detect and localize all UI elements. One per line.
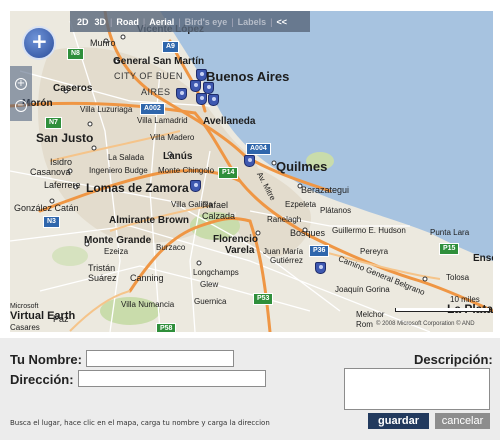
zoom-strip: + −	[10, 66, 32, 121]
zoom-out-icon[interactable]: −	[15, 100, 27, 112]
address-input[interactable]	[78, 370, 266, 387]
map-label-monte-chingolo: Monte Chingolo	[158, 166, 215, 175]
map-label-pereyra: Pereyra	[360, 247, 389, 256]
map-label-casanova: Casanova	[30, 167, 71, 177]
map-pin[interactable]	[190, 180, 201, 192]
map-label-punta-lara: Punta Lara	[430, 228, 470, 237]
route-shield-p15: P15	[439, 243, 460, 255]
map-label-lomas-de-zamora: Lomas de Zamora	[86, 181, 189, 195]
map-label-laferrere: Laferrere	[44, 180, 81, 190]
mode-3d-button[interactable]: 3D	[92, 17, 110, 27]
map-label-gutierrez: Gutiérrez	[270, 256, 303, 265]
map-label-villa-luzuriaga: Villa Luzuriaga	[80, 105, 133, 114]
map-label-san-justo: San Justo	[36, 131, 94, 145]
map-label-city-line2: AIRES	[141, 87, 171, 97]
map-copyright: © 2008 Microsoft Corporation © AND	[376, 321, 475, 327]
name-input[interactable]	[86, 350, 234, 367]
map-label-gonzalez-catan: González Catán	[14, 203, 79, 213]
route-shield-a9: A9	[162, 41, 179, 53]
map-toolbar: 2D 3D | Road | Aerial | Bird's eye | Lab…	[70, 11, 310, 32]
name-label: Tu Nombre:	[10, 352, 82, 367]
map-label-melchor: Melchor	[356, 310, 385, 319]
map-label-ezeiza: Ezeiza	[104, 247, 129, 256]
zoom-in-icon[interactable]: +	[15, 78, 27, 90]
map-pin[interactable]	[196, 93, 207, 105]
map-label-florencio: Florencio	[213, 234, 259, 245]
birds-eye-button[interactable]: Bird's eye	[182, 17, 231, 27]
map-label-general-san-martin: General San Martín	[113, 56, 205, 67]
map-label-ingeniero-budge: Ingeniero Budge	[89, 166, 148, 175]
location-form: Tu Nombre: Dirección: Descripción: Busca…	[0, 338, 500, 440]
map-navigation-control: + −	[10, 11, 70, 123]
map-label-isidro: Isidro	[50, 157, 73, 167]
route-shield-p36: P36	[309, 245, 330, 257]
aerial-view-button[interactable]: Aerial	[146, 17, 177, 27]
map-label-juan-maria: Juan María	[263, 247, 304, 256]
route-shield-p14: P14	[218, 167, 239, 179]
cancel-button[interactable]: cancelar	[435, 413, 490, 429]
scale-bar	[395, 308, 490, 312]
map-label-bosques: Bosques	[290, 228, 326, 238]
map-label-tolosa: Tolosa	[446, 273, 470, 282]
map-label-villa-madero: Villa Madero	[150, 133, 195, 142]
scale-label: 10 miles	[450, 295, 480, 304]
map-label-villa-lamadrid: Villa Lamadrid	[137, 116, 188, 125]
map-label-joaquin-gorina: Joaquín Gorina	[335, 285, 390, 294]
map-label-lanus: Lanús	[163, 151, 193, 162]
map-label-rafael: Rafael	[202, 200, 229, 210]
instructions-text: Busca el lugar, hace clic en el mapa, ca…	[10, 419, 270, 427]
route-shield-n3: N3	[43, 216, 60, 228]
map-label-villa-numancia: Villa Numancia	[121, 300, 175, 309]
map-label-guillermo-hudson: Guillermo E. Hudson	[332, 226, 406, 235]
map-label-glew: Glew	[200, 280, 219, 289]
map-label-ezpeleta: Ezpeleta	[285, 200, 317, 209]
map-label-almirante-brown: Almirante Brown	[109, 215, 190, 226]
map-pin[interactable]	[208, 94, 219, 106]
map-label-ense: Ense	[473, 253, 493, 264]
map-label-longchamps: Longchamps	[193, 268, 239, 277]
route-shield-p58: P58	[156, 323, 177, 332]
description-label: Descripción:	[414, 352, 493, 367]
route-shield-a004: A004	[246, 143, 271, 155]
labels-toggle[interactable]: Labels	[235, 17, 270, 27]
map-label-munro: Munro	[90, 38, 116, 48]
map-label-la-salada: La Salada	[108, 153, 145, 162]
mode-2d-button[interactable]: 2D	[74, 17, 92, 27]
map-label-casares: Casares	[10, 323, 40, 332]
map-view[interactable]: Vicente López Munro General San Martín C…	[10, 11, 493, 332]
map-pin[interactable]	[176, 88, 187, 100]
map-label-avellaneda: Avellaneda	[203, 116, 256, 127]
map-label-ranelagh: Ranelagh	[267, 215, 302, 224]
map-label-romero: Rom	[356, 320, 373, 329]
map-pin[interactable]	[315, 262, 326, 274]
map-label-varela: Varela	[225, 245, 255, 256]
route-shield-a002: A002	[140, 103, 165, 115]
map-label-suarez: Suárez	[88, 273, 117, 283]
map-label-buenos-aires: Buenos Aires	[206, 69, 290, 84]
map-label-tristan: Tristán	[88, 263, 116, 273]
description-textarea[interactable]	[344, 368, 490, 410]
address-label: Dirección:	[10, 372, 74, 387]
map-label-calzada: Calzada	[202, 211, 236, 221]
road-view-button[interactable]: Road	[113, 17, 142, 27]
map-label-burzaco: Burzaco	[156, 243, 186, 252]
map-label-quilmes: Quilmes	[276, 159, 328, 174]
save-button[interactable]: guardar	[368, 413, 429, 429]
route-shield-p53: P53	[253, 293, 274, 305]
map-label-canning: Canning	[130, 273, 164, 283]
collapse-toolbar-button[interactable]: <<	[273, 17, 290, 27]
microsoft-label: Microsoft	[10, 303, 39, 310]
virtual-earth-logo: Virtual Earth	[10, 310, 76, 322]
map-label-city-line1: CITY OF BUEN	[114, 71, 183, 81]
map-pin[interactable]	[244, 155, 255, 167]
map-label-berazategui: Berazategui	[301, 185, 350, 195]
map-label-guernica: Guernica	[194, 297, 227, 306]
map-label-platanos: Plátanos	[320, 206, 352, 215]
map-pin[interactable]	[190, 80, 201, 92]
map-label-monte-grande: Monte Grande	[84, 235, 152, 246]
pan-compass-icon[interactable]	[22, 26, 56, 60]
